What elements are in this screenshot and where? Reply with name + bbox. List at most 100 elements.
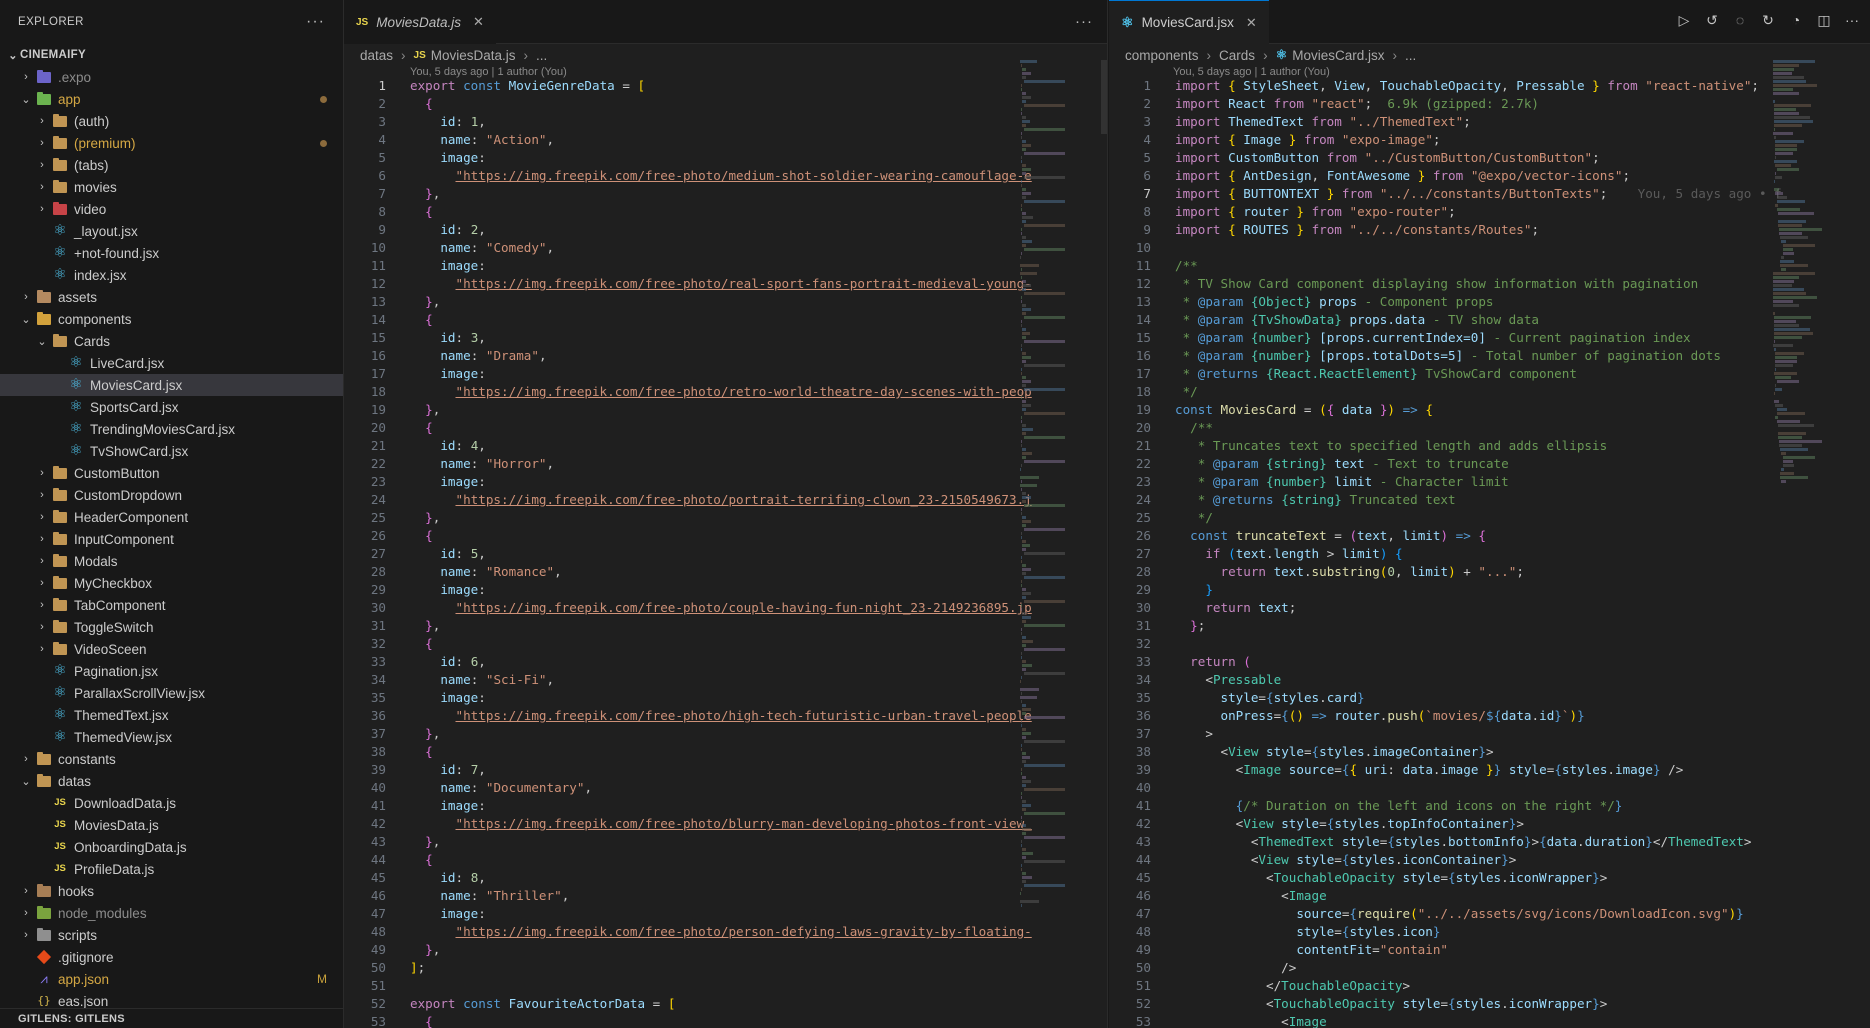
code-line[interactable]: 28 name: "Romance",	[344, 563, 1016, 581]
tree-file[interactable]: ⚛ TrendingMoviesCard.jsx	[0, 418, 343, 440]
close-icon[interactable]: ✕	[473, 14, 484, 30]
breadcrumb-item[interactable]: datas	[360, 48, 393, 63]
code-line[interactable]: 12 * TV Show Card component displaying s…	[1109, 275, 1749, 293]
more-actions-icon[interactable]: ···	[1075, 13, 1093, 30]
code-line[interactable]: 1 export const MovieGenreData = [	[344, 77, 1016, 95]
breadcrumb-item[interactable]: Cards	[1219, 48, 1255, 63]
code-line[interactable]: 52 export const FavouriteActorData = [	[344, 995, 1016, 1013]
code-line[interactable]: 17 * @returns {React.ReactElement} TvSho…	[1109, 365, 1749, 383]
code-line[interactable]: 45 <TouchableOpacity style={styles.iconW…	[1109, 869, 1749, 887]
tree-file[interactable]: ⚛ ThemedView.jsx	[0, 726, 343, 748]
code-line[interactable]: 24 "https://img.freepik.com/free-photo/p…	[344, 491, 1032, 509]
code-line[interactable]: 36 onPress={() => router.push(`movies/${…	[1109, 707, 1749, 725]
code-line[interactable]: 38 {	[344, 743, 1016, 761]
breadcrumb-item[interactable]: MoviesData.js	[431, 48, 516, 63]
minimap[interactable]	[1773, 60, 1863, 1028]
tree-folder[interactable]: › hooks	[0, 880, 343, 902]
code-line[interactable]: 45 id: 8,	[344, 869, 1016, 887]
tree-file[interactable]: JS DownloadData.js	[0, 792, 343, 814]
code-line[interactable]: 5 image:	[344, 149, 1016, 167]
tree-file[interactable]: .gitignore	[0, 946, 343, 968]
tree-file[interactable]: ⩘ app.json M	[0, 968, 343, 990]
close-icon[interactable]: ✕	[1246, 15, 1257, 31]
tree-file[interactable]: ⚛ +not-found.jsx	[0, 242, 343, 264]
code-line[interactable]: 43 },	[344, 833, 1016, 851]
code-line[interactable]: 23 * @param {number} limit - Character l…	[1109, 473, 1749, 491]
tree-folder[interactable]: › assets	[0, 286, 343, 308]
code-line[interactable]: 15 * @param {number} [props.currentIndex…	[1109, 329, 1749, 347]
tree-folder[interactable]: › .expo	[0, 66, 343, 88]
code-line[interactable]: 11 /**	[1109, 257, 1749, 275]
tree-file[interactable]: ⚛ SportsCard.jsx	[0, 396, 343, 418]
code-line[interactable]: 46 name: "Thriller",	[344, 887, 1016, 905]
code-line[interactable]: 31 };	[1109, 617, 1749, 635]
code-line[interactable]: 18 */	[1109, 383, 1749, 401]
breadcrumb-item[interactable]: ...	[536, 48, 547, 63]
code-line[interactable]: 26 const truncateText = (text, limit) =>…	[1109, 527, 1749, 545]
code-line[interactable]: 13 },	[344, 293, 1016, 311]
code-line[interactable]: 17 image:	[344, 365, 1016, 383]
code-line[interactable]: 48 style={styles.icon}	[1109, 923, 1749, 941]
code-line[interactable]: 24 * @returns {string} Truncated text	[1109, 491, 1749, 509]
code-line[interactable]: 9 import { ROUTES } from "../../constants…	[1109, 221, 1749, 239]
code-line[interactable]: 49 contentFit="contain"	[1109, 941, 1749, 959]
code-line[interactable]: 12 "https://img.freepik.com/free-photo/r…	[344, 275, 1032, 293]
code-line[interactable]: 2 import React from "react"; 6.9k (gzippe…	[1109, 95, 1749, 113]
tree-folder[interactable]: › video	[0, 198, 343, 220]
code-line[interactable]: 47 source={require("../../assets/svg/ico…	[1109, 905, 1749, 923]
tree-folder[interactable]: ⌄ Cards	[0, 330, 343, 352]
code-line[interactable]: 41 {/* Duration on the left and icons on…	[1109, 797, 1749, 815]
tree-folder[interactable]: › InputComponent	[0, 528, 343, 550]
code-line[interactable]: 47 image:	[344, 905, 1016, 923]
code-line[interactable]: 33 id: 6,	[344, 653, 1016, 671]
more-actions-icon[interactable]: ···	[1844, 12, 1860, 29]
code-line[interactable]: 20 {	[344, 419, 1016, 437]
code-line[interactable]: 35 style={styles.card}	[1109, 689, 1749, 707]
code-line[interactable]: 32	[1109, 635, 1749, 653]
code-line[interactable]: 29 }	[1109, 581, 1749, 599]
code-line[interactable]: 4 import { Image } from "expo-image";	[1109, 131, 1749, 149]
code-line[interactable]: 36 "https://img.freepik.com/free-photo/h…	[344, 707, 1032, 725]
code-line[interactable]: 51	[344, 977, 1016, 995]
code-line[interactable]: 16 * @param {number} [props.totalDots=5]…	[1109, 347, 1749, 365]
code-line[interactable]: 9 id: 2,	[344, 221, 1016, 239]
go-forward-icon[interactable]: ↻	[1760, 12, 1776, 29]
code-line[interactable]: 39 id: 7,	[344, 761, 1016, 779]
code-line[interactable]: 25 */	[1109, 509, 1749, 527]
tree-folder[interactable]: › node_modules	[0, 902, 343, 924]
tree-folder[interactable]: › Modals	[0, 550, 343, 572]
code-line[interactable]: 46 <Image	[1109, 887, 1749, 905]
tree-folder[interactable]: › MyCheckbox	[0, 572, 343, 594]
tree-file[interactable]: ⚛ _layout.jsx	[0, 220, 343, 242]
code-line[interactable]: 11 image:	[344, 257, 1016, 275]
code-line[interactable]: 41 image:	[344, 797, 1016, 815]
code-line[interactable]: 5 import CustomButton from "../CustomButt…	[1109, 149, 1749, 167]
code-line[interactable]: 10	[1109, 239, 1749, 257]
tree-folder[interactable]: ⌄ components	[0, 308, 343, 330]
git-compare-icon[interactable]: ↺	[1704, 12, 1720, 29]
code-line[interactable]: 14 {	[344, 311, 1016, 329]
tree-file[interactable]: JS ProfileData.js	[0, 858, 343, 880]
code-line[interactable]: 32 {	[344, 635, 1016, 653]
code-line[interactable]: 50];	[344, 959, 1016, 977]
code-line[interactable]: 44 {	[344, 851, 1016, 869]
tree-folder[interactable]: › (premium)	[0, 132, 343, 154]
tree-folder[interactable]: ⌄ app	[0, 88, 343, 110]
code-line[interactable]: 23 image:	[344, 473, 1016, 491]
tree-folder[interactable]: › HeaderComponent	[0, 506, 343, 528]
code-line[interactable]: 22 name: "Horror",	[344, 455, 1016, 473]
tab-moviesdata[interactable]: JS MoviesData.js ✕	[344, 0, 496, 44]
tree-file[interactable]: ⚛ ParallaxScrollView.jsx	[0, 682, 343, 704]
code-line[interactable]: 15 id: 3,	[344, 329, 1016, 347]
explorer-more-icon[interactable]: ···	[306, 13, 325, 31]
tree-folder[interactable]: › (tabs)	[0, 154, 343, 176]
tree-folder[interactable]: › movies	[0, 176, 343, 198]
code-line[interactable]: 16 name: "Drama",	[344, 347, 1016, 365]
gitlens-panel-header[interactable]: GITLENS: GITLENS	[0, 1008, 343, 1028]
code-line[interactable]: 34 <Pressable	[1109, 671, 1749, 689]
scrollbar-thumb[interactable]	[1101, 60, 1107, 134]
code-editor[interactable]: 1 export const MovieGenreData = [2 {3 id:…	[344, 77, 1032, 1028]
code-line[interactable]: 29 image:	[344, 581, 1016, 599]
tree-file[interactable]: ⚛ LiveCard.jsx	[0, 352, 343, 374]
tree-folder[interactable]: › TabComponent	[0, 594, 343, 616]
